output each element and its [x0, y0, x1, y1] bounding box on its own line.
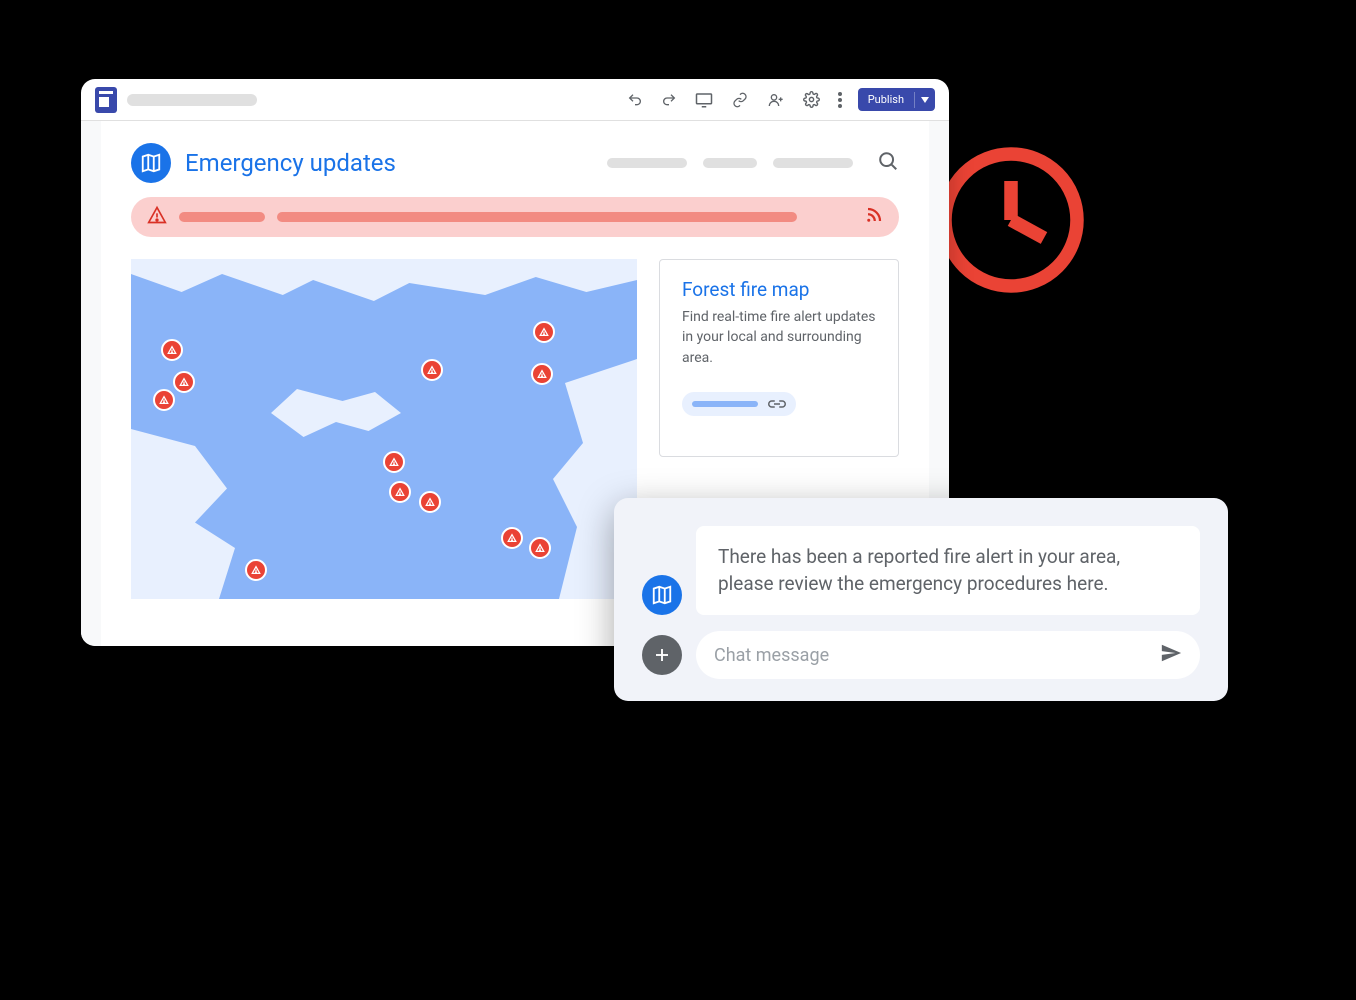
- publish-dropdown-icon[interactable]: [914, 92, 935, 108]
- fire-marker-icon[interactable]: [421, 359, 443, 381]
- fire-marker-icon[interactable]: [173, 371, 195, 393]
- fire-marker-icon[interactable]: [245, 559, 267, 581]
- alert-banner: [131, 197, 899, 237]
- chat-popup: There has been a reported fire alert in …: [614, 498, 1228, 701]
- redo-icon[interactable]: [661, 92, 677, 108]
- search-icon[interactable]: [877, 150, 899, 176]
- fire-marker-icon[interactable]: [383, 451, 405, 473]
- alert-text-placeholder: [277, 212, 797, 222]
- forest-fire-card: Forest fire map Find real-time fire aler…: [659, 259, 899, 457]
- bot-avatar-icon: [642, 575, 682, 615]
- clock-icon: [936, 145, 1086, 295]
- chat-message: There has been a reported fire alert in …: [696, 526, 1200, 615]
- undo-icon[interactable]: [627, 92, 643, 108]
- chat-input[interactable]: Chat message: [696, 631, 1200, 679]
- fire-map[interactable]: [131, 259, 637, 599]
- card-link-button[interactable]: [682, 392, 796, 416]
- card-body: Find real-time fire alert updates in you…: [682, 307, 876, 368]
- site-title-placeholder: [127, 94, 257, 106]
- fire-marker-icon[interactable]: [419, 491, 441, 513]
- preview-icon[interactable]: [695, 92, 713, 108]
- fire-marker-icon[interactable]: [161, 339, 183, 361]
- publish-button[interactable]: Publish: [858, 88, 935, 111]
- fire-marker-icon[interactable]: [153, 389, 175, 411]
- fire-marker-icon[interactable]: [533, 321, 555, 343]
- nav-placeholder: [607, 158, 853, 168]
- fire-marker-icon[interactable]: [389, 481, 411, 503]
- add-attachment-button[interactable]: [642, 635, 682, 675]
- more-icon[interactable]: [838, 92, 842, 108]
- sites-app-icon: [95, 87, 117, 113]
- map-icon: [131, 143, 171, 183]
- rss-icon[interactable]: [865, 206, 883, 228]
- chat-input-placeholder: Chat message: [714, 645, 829, 666]
- map-landmass: [271, 389, 401, 449]
- alert-text-placeholder: [179, 212, 265, 222]
- fire-marker-icon[interactable]: [531, 363, 553, 385]
- warning-icon: [147, 205, 167, 229]
- map-landmass: [131, 429, 291, 599]
- send-icon[interactable]: [1160, 642, 1182, 669]
- add-person-icon[interactable]: [767, 92, 785, 108]
- card-title: Forest fire map: [682, 278, 876, 301]
- link-icon: [768, 398, 786, 410]
- publish-label: Publish: [858, 88, 914, 111]
- gear-icon[interactable]: [803, 91, 820, 108]
- map-landmass: [131, 259, 637, 319]
- link-icon[interactable]: [731, 92, 749, 108]
- page-title: Emergency updates: [185, 149, 396, 177]
- editor-toolbar: Publish: [81, 79, 949, 121]
- fire-marker-icon[interactable]: [529, 537, 551, 559]
- page-header: Emergency updates: [101, 121, 929, 197]
- link-text-placeholder: [692, 401, 758, 407]
- fire-marker-icon[interactable]: [501, 527, 523, 549]
